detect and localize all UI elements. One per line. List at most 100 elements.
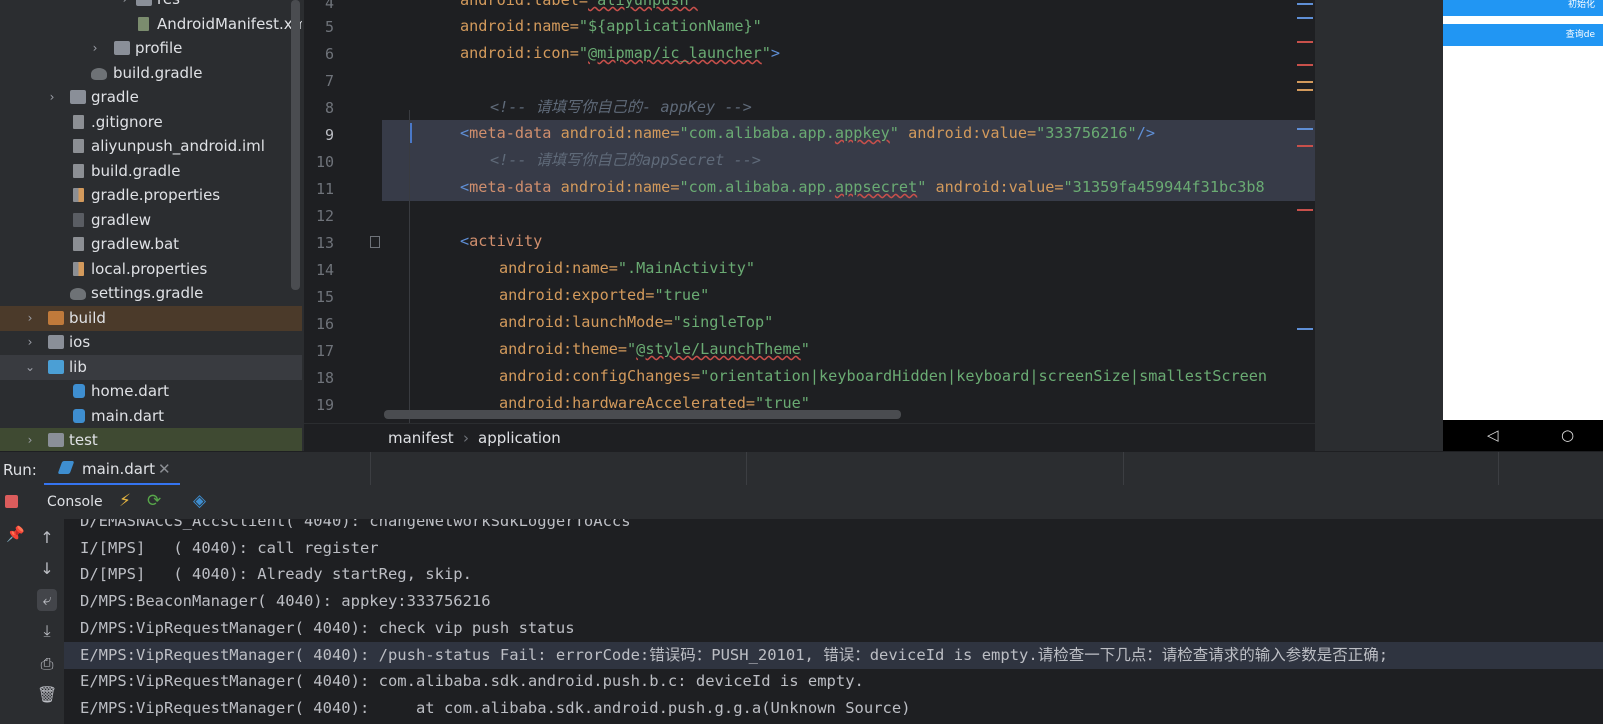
line-number: 18 <box>315 369 334 387</box>
tree-item-build-gradle-root[interactable]: build.gradle <box>0 159 302 184</box>
code-line: android:exported="true" <box>499 286 710 304</box>
file-icon <box>73 237 84 251</box>
tree-item-ios[interactable]: › ios <box>0 330 302 355</box>
home-icon[interactable]: ○ <box>1561 426 1574 444</box>
divider <box>370 452 371 486</box>
chevron-right-icon[interactable]: › <box>45 85 59 110</box>
error-stripe-mark[interactable] <box>1297 328 1313 330</box>
error-stripe-mark[interactable] <box>1297 3 1313 5</box>
fold-icon[interactable] <box>370 236 380 248</box>
error-stripe-mark[interactable] <box>1297 17 1313 19</box>
xml-file-icon <box>138 17 149 31</box>
init-button[interactable]: 初始化 <box>1443 0 1603 16</box>
query-button[interactable]: 查询de <box>1443 24 1603 46</box>
error-stripe-mark[interactable] <box>1297 145 1313 147</box>
tree-item-label: home.dart <box>91 382 170 400</box>
tree-item-main-dart[interactable]: main.dart <box>0 404 302 429</box>
tree-scrollbar[interactable] <box>291 0 300 290</box>
folder-icon <box>70 90 86 104</box>
tree-item-label: gradlew.bat <box>91 235 180 253</box>
arrow-down-icon[interactable]: ↓ <box>37 558 57 580</box>
tree-item-label: lib <box>69 358 87 376</box>
back-icon[interactable]: ◁ <box>1487 426 1499 444</box>
print-icon[interactable]: ⎙ <box>37 653 57 675</box>
tree-item-gradle-properties[interactable]: gradle.properties <box>0 183 302 208</box>
log-line: D/MPS:VipRequestManager( 4040): check vi… <box>80 619 575 637</box>
chevron-right-icon[interactable]: › <box>118 0 132 12</box>
scroll-to-end-icon[interactable]: ⤓ <box>37 620 57 642</box>
chevron-right-icon[interactable]: › <box>88 36 102 61</box>
tree-item-gitignore[interactable]: .gitignore <box>0 110 302 135</box>
log-line: E/MPS:VipRequestManager( 4040): at com.a… <box>80 699 911 717</box>
console-toolbar: Console ⚡ ⟳ ◈ <box>30 485 1603 519</box>
error-stripe-mark[interactable] <box>1297 128 1313 130</box>
tree-item-androidmanifest[interactable]: AndroidManifest.xml <box>0 12 302 37</box>
close-icon[interactable]: ✕ <box>158 460 171 478</box>
warning-stripe-mark[interactable] <box>1297 89 1313 91</box>
error-stripe-mark[interactable] <box>1297 209 1313 211</box>
hot-reload-icon[interactable]: ⚡ <box>119 491 131 511</box>
tree-item-res[interactable]: › res <box>0 0 302 12</box>
devtools-icon[interactable]: ◈ <box>193 491 206 511</box>
tree-item-label: build.gradle <box>113 64 203 82</box>
code-line: android:name="${applicationName}" <box>460 17 762 35</box>
folder-icon <box>48 311 64 325</box>
breadcrumb-separator: › <box>463 429 469 447</box>
line-number: 7 <box>324 72 334 90</box>
gradle-icon <box>91 68 107 80</box>
tree-item-label: gradle <box>91 88 139 106</box>
tree-item-label: profile <box>135 39 183 57</box>
horizontal-scrollbar[interactable] <box>384 410 901 419</box>
tree-item-settings-gradle[interactable]: settings.gradle <box>0 281 302 306</box>
code-editor[interactable]: 4 5 6 7 8 9 10 11 12 13 14 15 16 17 18 1… <box>304 0 1315 423</box>
trash-icon[interactable]: 🗑 <box>37 684 57 706</box>
tree-item-profile[interactable]: › profile <box>0 36 302 61</box>
tree-item-label: gradlew <box>91 211 152 229</box>
folder-icon <box>48 433 64 447</box>
code-comment: <!-- 请填写你自己的- appKey --> <box>490 98 752 116</box>
run-label: Run: <box>3 461 37 479</box>
emulator-screen[interactable]: 初始化 查询de <box>1443 0 1603 420</box>
run-side-toolbar: 📌 <box>0 485 30 724</box>
tree-item-gradle[interactable]: › gradle <box>0 85 302 110</box>
tree-item-lib[interactable]: ⌄ lib <box>0 355 302 380</box>
tab-console[interactable]: Console <box>47 494 103 510</box>
flutter-icon <box>57 461 75 474</box>
arrow-up-icon[interactable]: ↑ <box>37 527 57 549</box>
pin-icon[interactable]: 📌 <box>6 525 25 543</box>
line-number: 11 <box>315 180 334 198</box>
breadcrumb: manifest › application <box>304 423 1315 452</box>
soft-wrap-icon[interactable]: ⤶ <box>37 589 57 611</box>
tree-item-label: local.properties <box>91 260 208 278</box>
tree-item-iml[interactable]: aliyunpush_android.iml <box>0 134 302 159</box>
run-tab-main-dart[interactable]: main.dart ✕ <box>44 452 180 486</box>
breadcrumb-item-manifest[interactable]: manifest <box>388 424 454 452</box>
tree-item-build[interactable]: › build <box>0 306 302 331</box>
tree-item-gradlew-bat[interactable]: gradlew.bat <box>0 232 302 257</box>
tree-item-test[interactable]: › test <box>0 428 302 453</box>
tree-item-label: test <box>69 431 98 449</box>
error-stripe-mark[interactable] <box>1297 64 1313 66</box>
chevron-right-icon[interactable]: › <box>23 306 37 331</box>
chevron-down-icon[interactable]: ⌄ <box>23 355 37 380</box>
breadcrumb-item-application[interactable]: application <box>478 424 561 452</box>
tree-item-label: res <box>157 0 180 12</box>
divider <box>1498 452 1499 486</box>
chevron-right-icon[interactable]: › <box>23 428 37 453</box>
indent-guide <box>409 110 410 423</box>
tree-item-local-properties[interactable]: local.properties <box>0 257 302 282</box>
code-line: android:launchMode="singleTop" <box>499 313 774 331</box>
tree-item-build-gradle[interactable]: build.gradle <box>0 61 302 86</box>
console-output[interactable]: D/EMASNACCS_AccsClient( 4040): changeNet… <box>64 519 1603 724</box>
stop-icon[interactable] <box>5 495 18 508</box>
warning-stripe-mark[interactable] <box>1297 81 1313 83</box>
tree-item-home-dart[interactable]: home.dart <box>0 379 302 404</box>
line-number: 10 <box>315 153 334 171</box>
emulator-panel: 初始化 查询de ◁ ○ <box>1315 0 1603 451</box>
tree-item-gradlew[interactable]: gradlew <box>0 208 302 233</box>
line-number: 6 <box>324 45 334 63</box>
hot-restart-icon[interactable]: ⟳ <box>147 491 161 511</box>
properties-file-icon <box>73 262 84 276</box>
error-stripe-mark[interactable] <box>1297 41 1313 43</box>
chevron-right-icon[interactable]: › <box>23 330 37 355</box>
